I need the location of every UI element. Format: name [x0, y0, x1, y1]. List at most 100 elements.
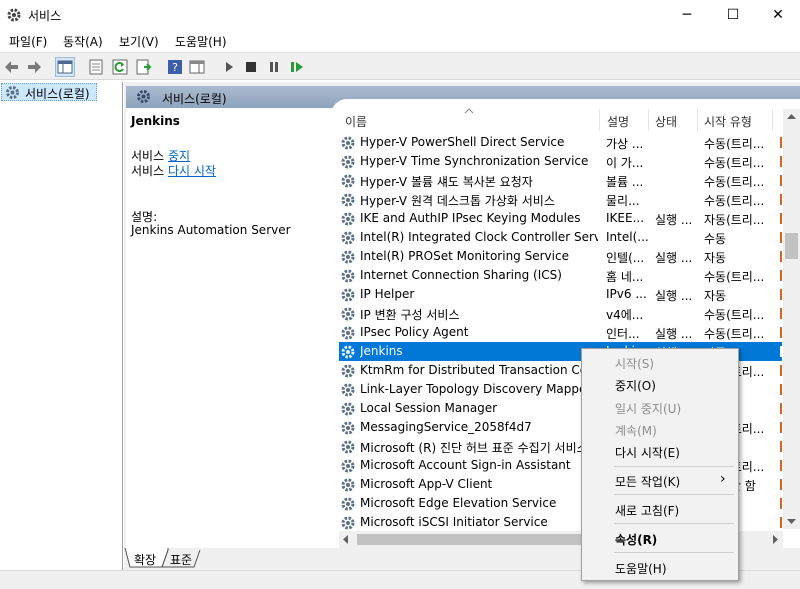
- service-status-cell: 실행 ...: [655, 213, 693, 227]
- tree-item-label: 서비스(로컬): [25, 87, 90, 101]
- truncated-column-marker: [780, 365, 782, 376]
- service-name-cell: IP 변환 구성 서비스: [360, 308, 460, 322]
- start-service-icon[interactable]: [219, 57, 239, 77]
- service-description-cell: IKEE...: [606, 211, 645, 225]
- menu-item-pause[interactable]: 일시 중지(U): [615, 400, 681, 417]
- column-header-startup-type[interactable]: 시작 유형: [704, 113, 752, 130]
- vertical-scrollbar[interactable]: [783, 109, 800, 529]
- gear-icon: [340, 325, 356, 341]
- scroll-right-icon[interactable]: [773, 535, 779, 544]
- truncated-column-marker: [780, 517, 782, 528]
- forward-arrow-icon[interactable]: [24, 57, 44, 77]
- gear-icon: [340, 382, 356, 398]
- stop-service-icon[interactable]: [241, 57, 261, 77]
- menu-item-resume[interactable]: 계속(M): [615, 422, 657, 439]
- truncated-column-marker: [780, 479, 782, 490]
- service-name-cell: Hyper-V Time Synchronization Service: [360, 154, 589, 168]
- column-header-description[interactable]: 설명: [607, 113, 629, 130]
- service-description-cell: 볼륨 ...: [606, 175, 644, 189]
- service-name-cell: Microsoft Account Sign-in Assistant: [360, 458, 571, 472]
- truncated-column-marker: [780, 346, 782, 357]
- menu-file[interactable]: 파일(F): [9, 33, 47, 50]
- console-tree-icon[interactable]: [55, 57, 75, 77]
- service-name-cell: KtmRm for Distributed Transaction Coordi…: [360, 363, 598, 377]
- window-title: 서비스: [28, 9, 62, 23]
- column-divider[interactable]: [772, 109, 773, 131]
- menu-item-help[interactable]: 도움말(H): [615, 560, 667, 577]
- service-status-cell: 실행 ...: [655, 327, 693, 341]
- column-divider[interactable]: [697, 109, 698, 131]
- service-startup-cell: 수동(트리...: [704, 194, 765, 208]
- service-startup-cell: 자동: [704, 251, 727, 265]
- service-name-cell: IKE and AuthIP IPsec Keying Modules: [360, 211, 581, 225]
- column-header-status[interactable]: 상태: [655, 113, 677, 130]
- gear-icon: [340, 401, 356, 417]
- menu-item-all-tasks[interactable]: 모든 작업(K): [615, 473, 680, 490]
- menu-item-stop[interactable]: 중지(O): [615, 377, 656, 394]
- service-startup-cell: 수동(트리...: [704, 270, 765, 284]
- menu-item-restart[interactable]: 다시 시작(E): [615, 444, 680, 461]
- action-pane-icon[interactable]: [187, 57, 207, 77]
- pause-service-icon[interactable]: [264, 57, 284, 77]
- close-button[interactable]: ✕: [755, 0, 800, 30]
- menu-action[interactable]: 동작(A): [63, 33, 103, 50]
- restart-service-link[interactable]: 다시 시작: [168, 164, 216, 178]
- toolbar: ?: [0, 52, 800, 80]
- truncated-column-marker: [780, 175, 782, 186]
- service-name-cell: Internet Connection Sharing (ICS): [360, 268, 562, 282]
- column-divider[interactable]: [599, 109, 600, 131]
- truncated-column-marker: [780, 384, 782, 395]
- menu-item-properties[interactable]: 속성(R): [615, 531, 657, 548]
- service-description-cell: IPv6 ...: [606, 287, 647, 301]
- service-name-cell: MessagingService_2058f4d7: [360, 420, 532, 434]
- service-status-cell: 실행 ...: [655, 289, 693, 303]
- properties-sheet-icon[interactable]: [86, 57, 106, 77]
- restart-service-line: 서비스 다시 시작: [131, 162, 216, 179]
- stop-service-link[interactable]: 중지: [168, 149, 190, 163]
- minimize-button[interactable]: ─: [664, 0, 710, 30]
- horizontal-scroll-thumb[interactable]: [357, 534, 600, 545]
- gear-icon: [340, 287, 356, 303]
- menu-item-refresh[interactable]: 새로 고침(F): [615, 502, 679, 519]
- gear-icon: [340, 344, 356, 360]
- menu-separator: [614, 494, 734, 495]
- gear-icon: [340, 249, 356, 265]
- refresh-icon[interactable]: [110, 57, 130, 77]
- service-name-cell: Link-Layer Topology Discovery Mapper: [360, 382, 592, 396]
- maximize-button[interactable]: ☐: [710, 0, 756, 30]
- service-name-cell: Microsoft iSCSI Initiator Service: [360, 515, 548, 529]
- gear-icon: [340, 477, 356, 493]
- service-name-cell: Microsoft App-V Client: [360, 477, 493, 491]
- gear-icon: [340, 306, 356, 322]
- vertical-scroll-thumb[interactable]: [785, 233, 798, 259]
- export-list-icon[interactable]: [134, 57, 154, 77]
- scroll-left-icon[interactable]: [342, 535, 348, 544]
- menu-view[interactable]: 보기(V): [119, 33, 159, 50]
- column-divider[interactable]: [648, 109, 649, 131]
- menu-help[interactable]: 도움말(H): [175, 33, 227, 50]
- service-startup-cell: 수동(트리...: [704, 175, 765, 189]
- tab-standard[interactable]: 표준: [170, 551, 192, 568]
- service-description-cell: 인텔(...: [606, 251, 645, 265]
- menu-separator: [614, 523, 734, 524]
- menu-item-start[interactable]: 시작(S): [615, 355, 654, 372]
- services-app-icon: [7, 8, 21, 22]
- service-startup-cell: 수동(트리...: [704, 308, 765, 322]
- service-name-cell: Hyper-V 원격 데스크톱 가상화 서비스: [360, 194, 555, 208]
- help-icon[interactable]: ?: [165, 57, 185, 77]
- service-name-cell: Microsoft Edge Elevation Service: [360, 496, 557, 510]
- column-header-name[interactable]: 이름: [345, 113, 367, 130]
- scroll-up-icon[interactable]: [787, 113, 796, 119]
- gear-icon: [340, 458, 356, 474]
- sort-ascending-icon: [464, 108, 474, 114]
- service-startup-cell: 수동(트리...: [704, 137, 765, 151]
- restart-service-icon[interactable]: [287, 57, 307, 77]
- restart-prefix: 서비스: [131, 164, 165, 178]
- svg-text:?: ?: [172, 61, 178, 74]
- scroll-down-icon[interactable]: [787, 519, 796, 525]
- gear-icon: [340, 230, 356, 246]
- tab-extended[interactable]: 확장: [134, 551, 156, 568]
- back-arrow-icon[interactable]: [2, 57, 22, 77]
- gear-icon: [340, 363, 356, 379]
- service-startup-cell: 자동: [704, 289, 727, 303]
